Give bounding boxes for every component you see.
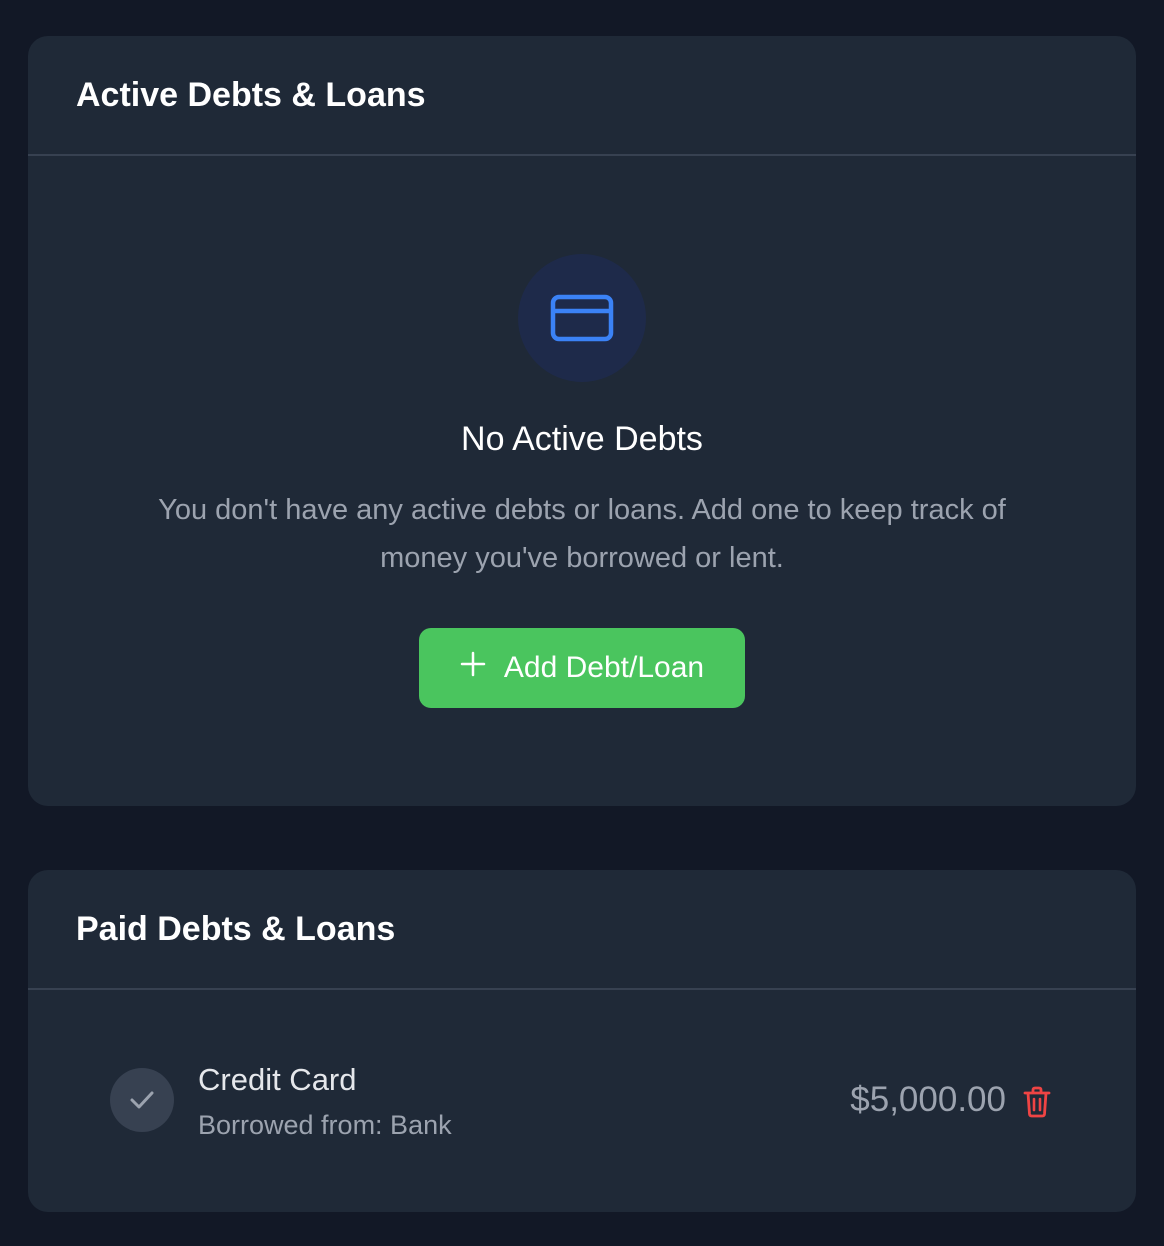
empty-state-description: You don't have any active debts or loans… [158,494,1006,574]
empty-state: No Active Debts You don't have any activ… [28,156,1136,804]
debt-amount: $5,000.00 [850,1080,1006,1119]
debt-lender: Borrowed from: Bank [198,1110,452,1140]
trash-icon [1023,1086,1051,1118]
active-debts-card: Active Debts & Loans No Active Debts You… [28,36,1136,806]
credit-card-icon-svg [550,294,614,342]
add-debt-loan-label: Add Debt/Loan [503,651,705,684]
add-debt-loan-button[interactable]: Add Debt/Loan [419,628,745,708]
delete-button[interactable] [1020,1084,1054,1120]
plus-icon [460,651,486,685]
paid-debts-card: Paid Debts & Loans Credit Card Borrowed … [28,870,1136,1212]
active-debts-title: Active Debts & Loans [76,75,426,114]
credit-card-icon [518,254,646,382]
paid-debts-title: Paid Debts & Loans [76,909,396,948]
empty-state-title: No Active Debts [461,420,703,458]
check-icon [110,1068,174,1132]
paid-debts-header: Paid Debts & Loans [28,870,1136,990]
active-debts-header: Active Debts & Loans [28,36,1136,156]
list-item: Credit Card Borrowed from: Bank $5,000.0… [28,990,1136,1210]
debt-name: Credit Card [198,1062,357,1097]
